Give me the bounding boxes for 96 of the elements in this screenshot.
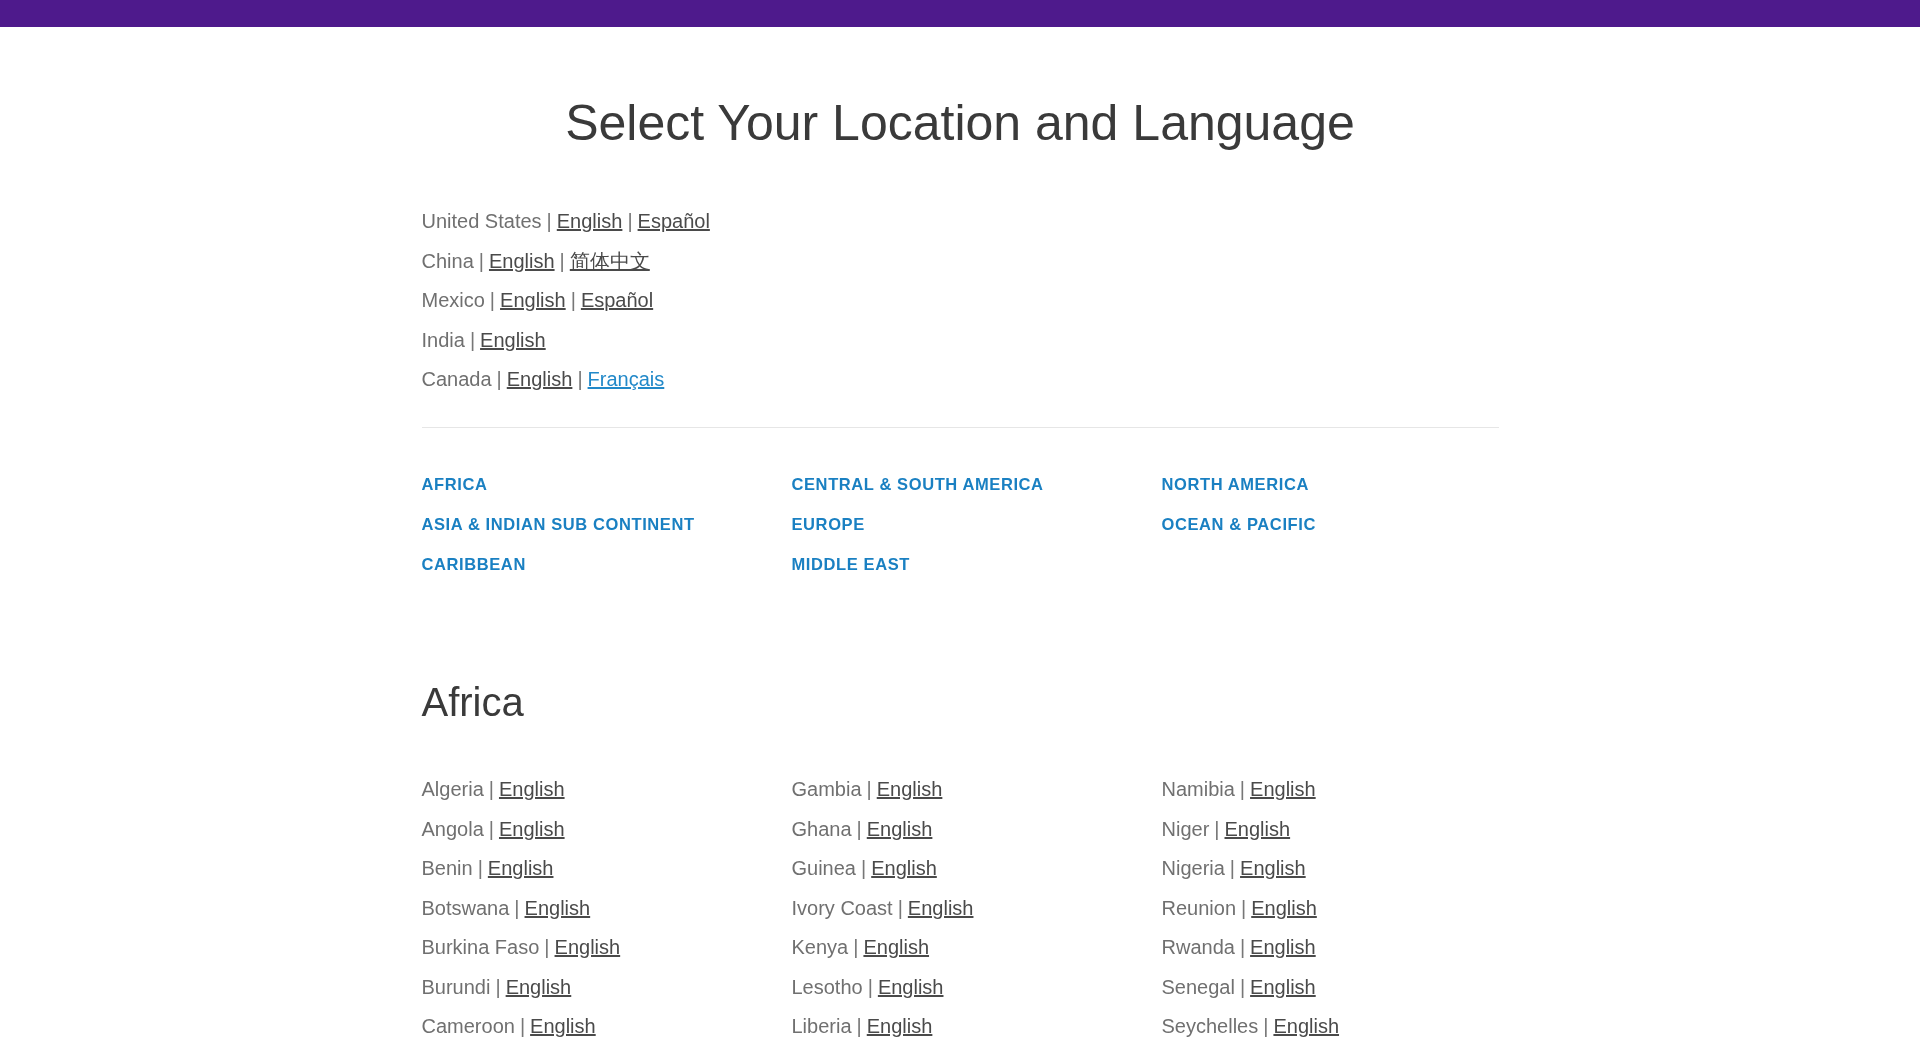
country-name: Senegal bbox=[1161, 975, 1235, 998]
region-link[interactable]: CARIBBEAN bbox=[421, 553, 526, 575]
country-name: Kenya bbox=[791, 936, 849, 958]
separator: | bbox=[853, 936, 859, 958]
separator: | bbox=[897, 896, 903, 919]
country-name: Burundi bbox=[421, 975, 491, 998]
language-link[interactable]: English bbox=[866, 1015, 933, 1037]
separator: | bbox=[1239, 975, 1246, 998]
separator: | bbox=[1229, 857, 1236, 879]
country-name: Guinea bbox=[791, 857, 856, 879]
country-name: Namibia bbox=[1161, 778, 1235, 800]
separator: | bbox=[856, 1015, 862, 1037]
page-title: Select Your Location and Language bbox=[564, 94, 1356, 153]
separator: | bbox=[495, 975, 501, 998]
region-link[interactable]: MIDDLE EAST bbox=[791, 553, 910, 575]
language-link[interactable]: English bbox=[871, 857, 937, 879]
language-link[interactable]: 简体中文 bbox=[569, 249, 650, 272]
language-link[interactable]: Español bbox=[580, 289, 654, 311]
country-name: Benin bbox=[421, 857, 473, 879]
separator: | bbox=[866, 778, 872, 800]
language-link[interactable]: English bbox=[866, 817, 933, 840]
separator: | bbox=[570, 289, 576, 311]
language-link[interactable]: English bbox=[1240, 857, 1306, 879]
country-name: Cameroon bbox=[421, 1015, 515, 1037]
region-link[interactable]: ASIA & INDIAN SUB CONTINENT bbox=[421, 513, 695, 535]
language-link[interactable]: English bbox=[500, 289, 566, 311]
separator: | bbox=[488, 778, 494, 800]
country-name: Gambia bbox=[791, 778, 862, 800]
separator: | bbox=[478, 249, 484, 272]
language-link[interactable]: English bbox=[505, 975, 572, 998]
language-link[interactable]: Français bbox=[587, 368, 665, 390]
separator: | bbox=[861, 857, 867, 879]
separator: | bbox=[519, 1015, 526, 1037]
language-link[interactable]: English bbox=[499, 817, 565, 840]
separator: | bbox=[496, 368, 502, 390]
separator: | bbox=[514, 896, 520, 919]
separator: | bbox=[546, 210, 552, 232]
country-name: Burkina Faso bbox=[421, 936, 540, 958]
section-heading: Africa bbox=[421, 679, 525, 726]
country-name: Canada bbox=[421, 368, 492, 390]
region-link[interactable]: CENTRAL & SOUTH AMERICA bbox=[791, 473, 1044, 495]
separator: | bbox=[469, 328, 476, 351]
country-name: Ivory Coast bbox=[791, 896, 893, 919]
country-name: Algeria bbox=[421, 778, 484, 800]
language-link[interactable]: Español bbox=[637, 210, 710, 232]
country-name: Seychelles bbox=[1161, 1015, 1259, 1037]
separator: | bbox=[559, 249, 565, 272]
separator: | bbox=[577, 368, 583, 390]
separator: | bbox=[1241, 896, 1247, 919]
language-link[interactable]: English bbox=[1250, 778, 1316, 800]
language-link[interactable]: English bbox=[876, 778, 943, 800]
separator: | bbox=[488, 817, 494, 840]
separator: | bbox=[867, 975, 873, 998]
country-name: Lesotho bbox=[791, 975, 863, 998]
country-name: Botswana bbox=[421, 896, 510, 919]
language-link[interactable]: English bbox=[1273, 1015, 1340, 1037]
country-name: Angola bbox=[421, 817, 484, 840]
separator: | bbox=[627, 210, 633, 232]
separator: | bbox=[1214, 817, 1220, 840]
country-name: Liberia bbox=[791, 1015, 852, 1037]
country-name: Mexico bbox=[421, 289, 485, 311]
separator: | bbox=[544, 936, 550, 958]
country-name: Ghana bbox=[791, 817, 852, 840]
language-link[interactable]: English bbox=[488, 249, 555, 272]
language-link[interactable]: English bbox=[1250, 936, 1316, 958]
separator: | bbox=[856, 817, 862, 840]
language-link[interactable]: English bbox=[506, 368, 573, 390]
region-link[interactable]: EUROPE bbox=[791, 513, 865, 535]
region-link[interactable]: OCEAN & PACIFIC bbox=[1161, 513, 1316, 535]
language-link[interactable]: English bbox=[524, 896, 591, 919]
language-link[interactable]: English bbox=[877, 975, 944, 998]
language-link[interactable]: English bbox=[863, 936, 930, 958]
language-link[interactable]: English bbox=[907, 896, 974, 919]
separator: | bbox=[1263, 1015, 1269, 1037]
language-link[interactable]: English bbox=[480, 328, 546, 351]
language-link[interactable]: English bbox=[554, 936, 621, 958]
separator: | bbox=[1239, 936, 1246, 958]
language-link[interactable]: English bbox=[1251, 896, 1317, 919]
language-link[interactable]: English bbox=[1250, 975, 1316, 998]
language-link[interactable]: English bbox=[498, 778, 565, 800]
region-link[interactable]: AFRICA bbox=[421, 473, 488, 495]
country-name: India bbox=[421, 328, 465, 351]
separator: | bbox=[1239, 778, 1246, 800]
country-name: Nigeria bbox=[1161, 857, 1225, 879]
country-name: Reunion bbox=[1161, 896, 1236, 919]
country-name: China bbox=[421, 249, 474, 272]
language-link[interactable]: English bbox=[530, 1015, 596, 1037]
country-name: Niger bbox=[1161, 817, 1210, 840]
language-link[interactable]: English bbox=[1224, 817, 1291, 840]
country-name: United States bbox=[421, 210, 542, 232]
region-link[interactable]: NORTH AMERICA bbox=[1161, 473, 1309, 495]
separator: | bbox=[477, 857, 483, 879]
country-name: Rwanda bbox=[1161, 936, 1235, 958]
separator: | bbox=[489, 289, 496, 311]
language-link[interactable]: English bbox=[556, 210, 623, 232]
language-link[interactable]: English bbox=[487, 857, 554, 879]
